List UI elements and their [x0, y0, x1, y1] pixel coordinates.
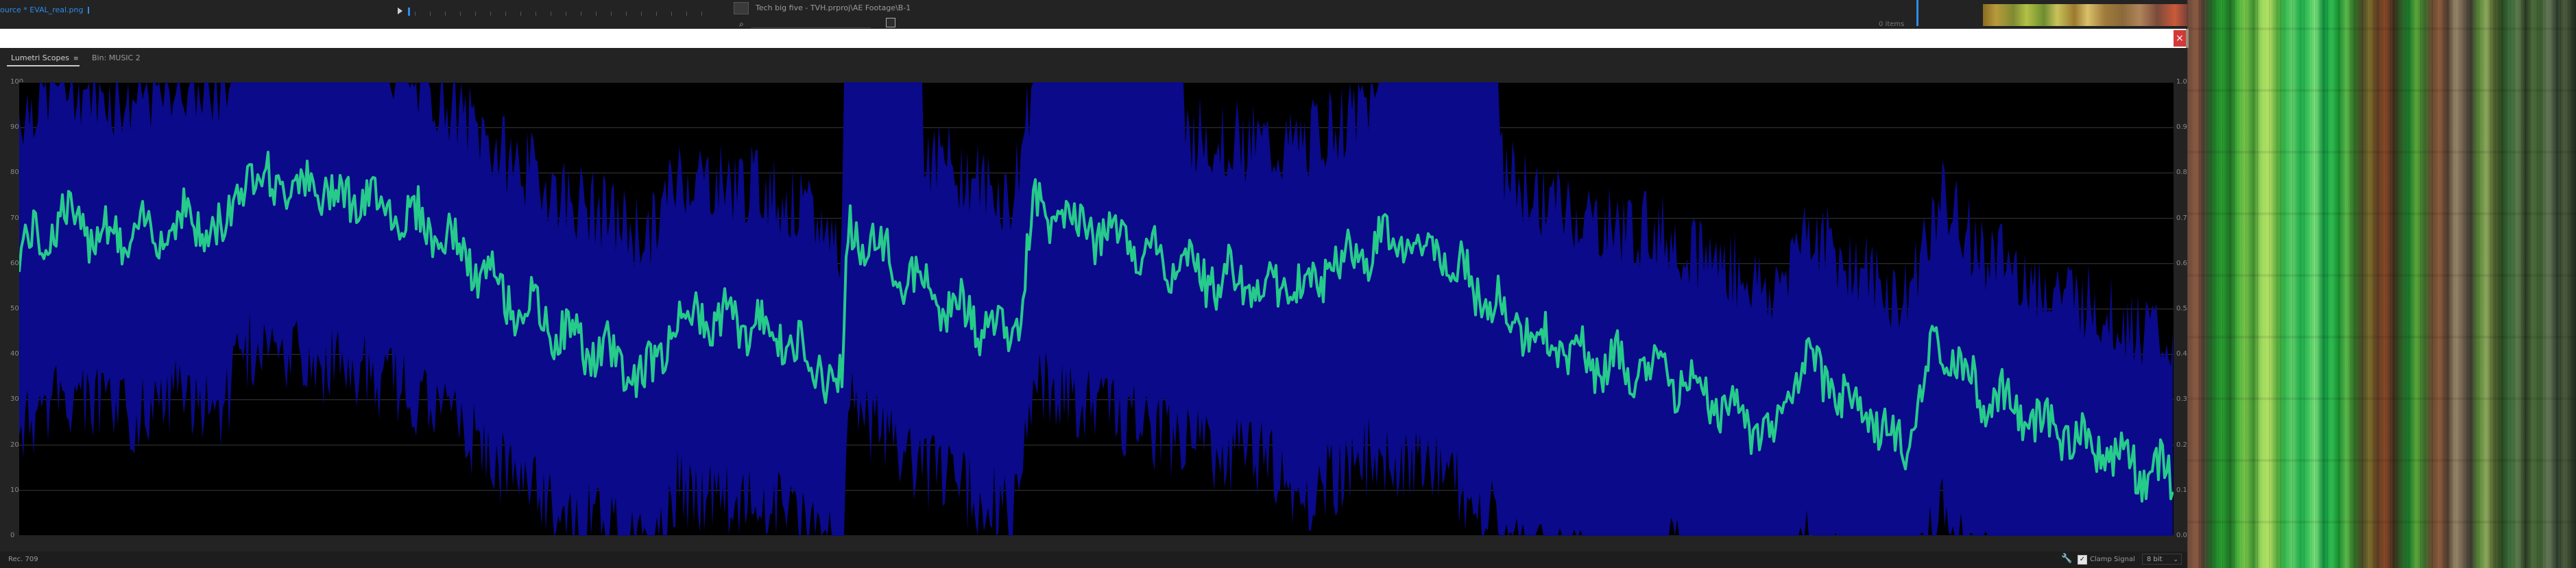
scope-footer: Rec. 709 🔧 ✓ Clamp Signal 8 bit ⌄ — [0, 552, 2187, 568]
scale-label-right: 0.4 — [2176, 350, 2187, 358]
close-button[interactable]: × — [2174, 30, 2186, 47]
playhead[interactable] — [408, 8, 410, 16]
bit-depth-value: 8 bit — [2147, 556, 2163, 563]
scale-label-left: 30 — [10, 395, 19, 404]
wrench-icon[interactable]: 🔧 — [2061, 554, 2072, 564]
project-search-input[interactable] — [751, 18, 871, 28]
selection-indicator — [1916, 0, 1918, 26]
scale-label-left: 50 — [10, 305, 19, 312]
overlay-edge — [2186, 29, 2189, 48]
scale-label-right: 0.6 — [2176, 259, 2187, 267]
overlay-bar — [0, 29, 2186, 48]
lumetri-scopes-panel: Lumetri Scopes ≡ Bin: MUSIC 2 100 90 80 70 60… — [0, 48, 2187, 568]
scale-label-left: 40 — [10, 350, 19, 358]
scale-label-left: 80 — [10, 169, 19, 177]
search-icon[interactable]: ⌕ — [739, 19, 744, 29]
scale-label-right: 0.9 — [2176, 123, 2187, 132]
clamp-signal-checkbox[interactable]: ✓ — [2078, 555, 2087, 565]
source-tab-label: ource * EVAL_real.png — [0, 5, 84, 14]
scale-label-left: 70 — [10, 214, 19, 222]
project-title: Tech big five - TVH.prproj\AE Footage\B-… — [756, 3, 911, 12]
scale-label-right: 0.5 — [2176, 305, 2187, 312]
clamp-signal-label: Clamp Signal — [2090, 556, 2135, 563]
thumbnail-strip-right — [2187, 0, 2576, 568]
scale-label-right: 0.0 — [2176, 532, 2187, 539]
source-time-ruler[interactable] — [398, 8, 703, 16]
color-space-label[interactable]: Rec. 709 — [8, 556, 38, 563]
tab-lumetri-scopes[interactable]: Lumetri Scopes ≡ — [11, 53, 79, 62]
waveform-scope — [19, 82, 2174, 536]
scale-label-left: 90 — [10, 123, 19, 132]
scale-label-right: 0.8 — [2176, 169, 2187, 177]
tab-bin-music-2[interactable]: Bin: MUSIC 2 — [92, 53, 141, 62]
play-icon[interactable] — [398, 8, 402, 14]
scale-label-left: 60 — [10, 259, 19, 267]
new-bin-icon[interactable] — [886, 18, 895, 27]
tab-divider — [87, 7, 89, 14]
active-tab-underline — [7, 65, 80, 66]
strip-bands — [2187, 0, 2576, 568]
panel-tab-bar: Lumetri Scopes ≡ Bin: MUSIC 2 — [0, 48, 2187, 67]
scale-label-right: 0.1 — [2176, 486, 2187, 494]
scale-label-right: 0.3 — [2176, 395, 2187, 404]
scale-label-left: 20 — [10, 441, 19, 449]
tab-label: Lumetri Scopes — [11, 53, 70, 62]
source-monitor-tab[interactable]: ource * EVAL_real.png — [0, 5, 89, 14]
scale-label-left: 10 — [10, 486, 19, 494]
thumbnail-strip-top — [1983, 4, 2201, 26]
scale-label-left: 0 — [10, 532, 15, 539]
scale-label-right: 1.0 — [2176, 78, 2187, 86]
ruler-ticks — [415, 12, 703, 16]
scale-label-right: 0.2 — [2176, 441, 2187, 449]
panel-menu-icon[interactable]: ≡ — [73, 55, 79, 62]
scale-label-right: 0.7 — [2176, 214, 2187, 222]
top-bar: ource * EVAL_real.png Tech big five - TV… — [0, 0, 2194, 29]
chevron-down-icon: ⌄ — [2173, 556, 2178, 563]
project-bin-icon — [734, 2, 749, 14]
waveform-canvas — [19, 82, 2174, 536]
bit-depth-select[interactable]: 8 bit ⌄ — [2142, 554, 2182, 565]
items-count: 0 items — [1879, 21, 1905, 28]
